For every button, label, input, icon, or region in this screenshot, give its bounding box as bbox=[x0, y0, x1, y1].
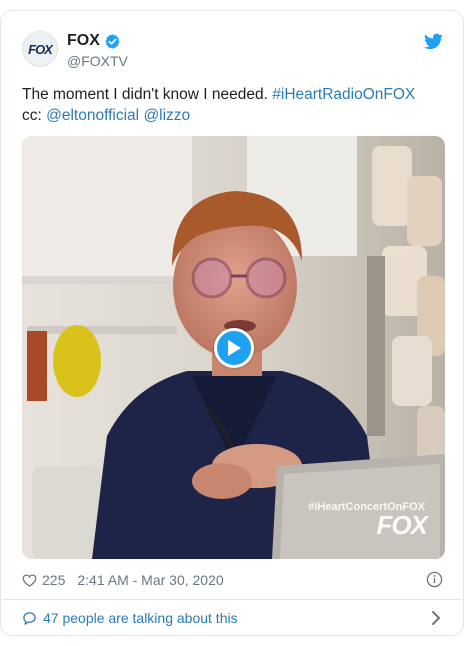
author-name-row[interactable]: FOX bbox=[67, 32, 121, 50]
chevron-right-icon[interactable] bbox=[431, 611, 441, 625]
conversation-link[interactable]: 47 people are talking about this bbox=[22, 608, 443, 628]
tweet-text: The moment I didn't know I needed. #iHea… bbox=[22, 84, 446, 126]
tweet-meta-row: 225 2:41 AM - Mar 30, 2020 bbox=[22, 570, 443, 590]
speech-bubble-icon bbox=[23, 611, 36, 625]
video-thumbnail[interactable]: #iHeartConcertOnFOX FOX bbox=[22, 136, 445, 559]
embedded-tweet-card[interactable]: FOX FOX @FOXTV The moment I didn't know … bbox=[0, 10, 464, 636]
play-icon bbox=[228, 340, 241, 356]
like-count[interactable]: 225 bbox=[42, 572, 65, 588]
fox-avatar[interactable]: FOX bbox=[22, 31, 58, 67]
conversation-label[interactable]: 47 people are talking about this bbox=[43, 610, 238, 626]
hashtag-link[interactable]: #iHeartRadioOnFOX bbox=[272, 86, 415, 103]
cc-label: cc: bbox=[22, 107, 47, 124]
tweet-body-text: The moment I didn't know I needed. bbox=[22, 86, 273, 103]
like-heart-icon[interactable] bbox=[22, 573, 37, 588]
mention-link-lizzo[interactable]: @lizzo bbox=[143, 107, 190, 124]
author-display-name[interactable]: FOX bbox=[67, 32, 100, 50]
play-button[interactable] bbox=[214, 328, 254, 368]
author-handle[interactable]: @FOXTV bbox=[67, 53, 128, 69]
info-icon[interactable] bbox=[426, 571, 443, 588]
twitter-bird-icon[interactable] bbox=[424, 32, 443, 51]
mention-link-eltonofficial[interactable]: @eltonofficial bbox=[46, 107, 139, 124]
tweet-timestamp[interactable]: 2:41 AM - Mar 30, 2020 bbox=[77, 572, 223, 588]
video-watermark-logo: FOX bbox=[376, 510, 428, 540]
verified-badge-icon bbox=[105, 33, 120, 49]
divider bbox=[2, 599, 462, 600]
